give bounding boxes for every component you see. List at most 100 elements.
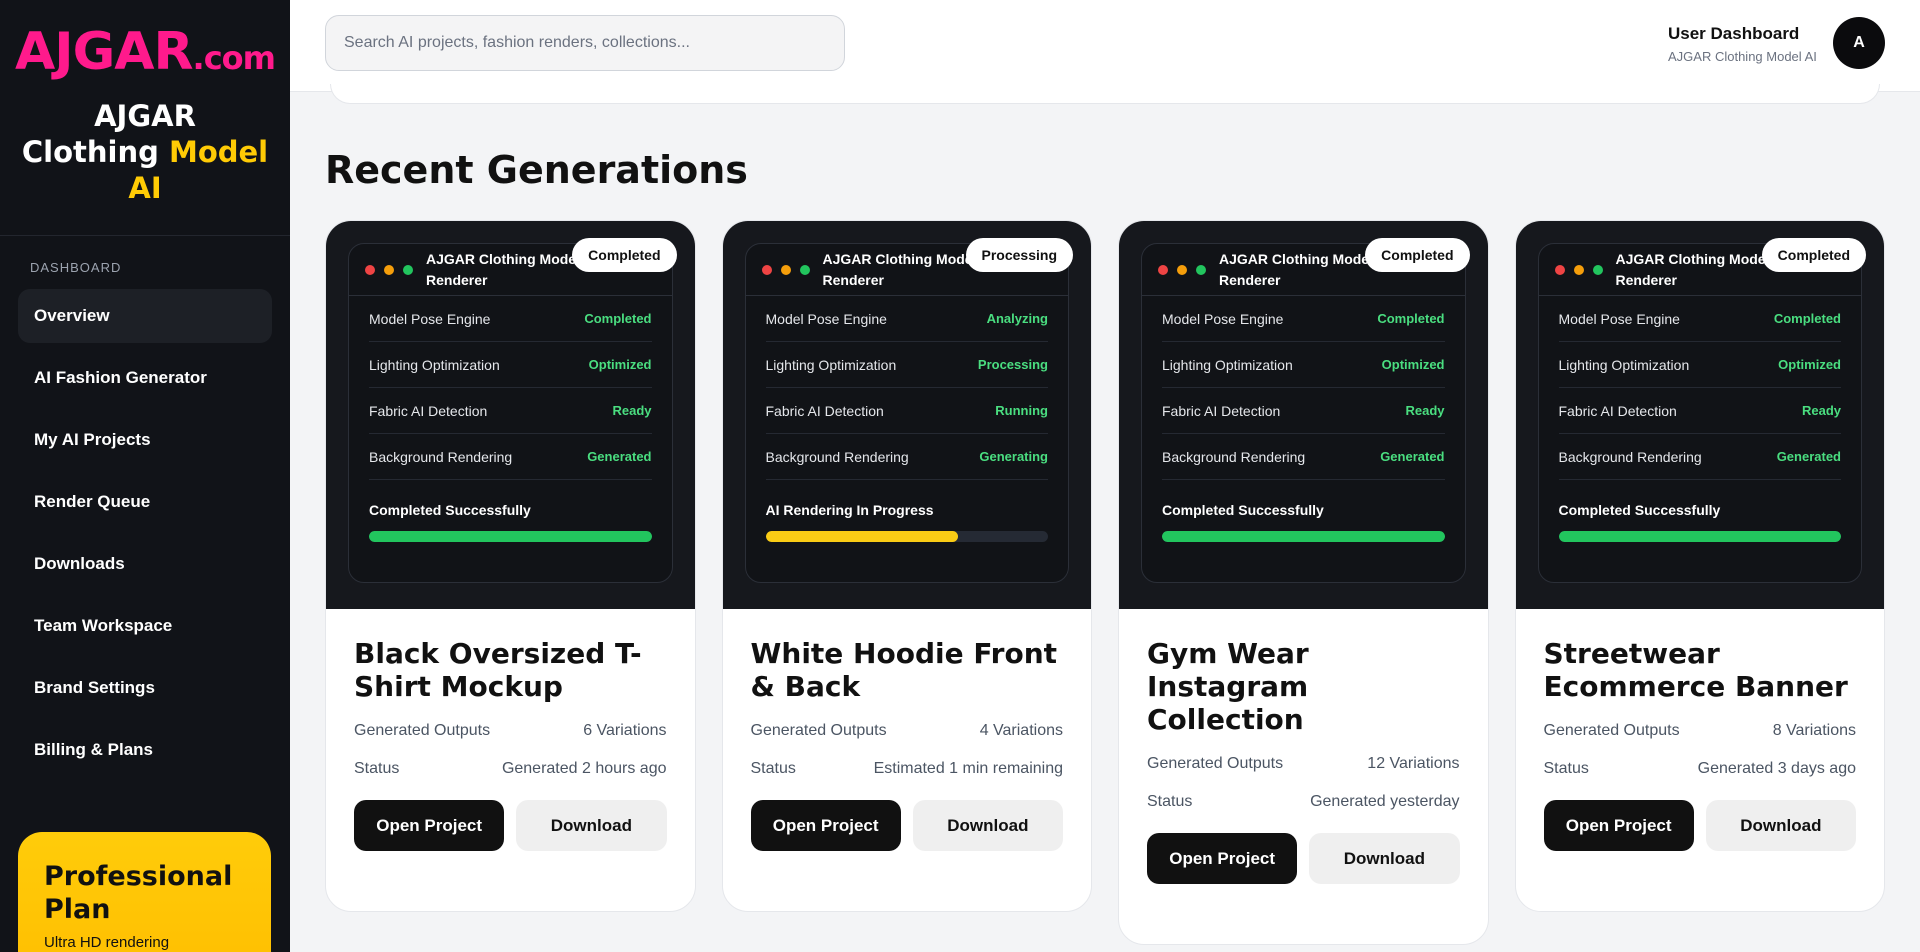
brand-title-model: Model	[168, 135, 269, 169]
progress-label: Completed Successfully	[369, 502, 531, 518]
project-title: Gym Wear Instagram Collection	[1147, 637, 1309, 736]
brand-logo[interactable]: AJGAR.com	[0, 26, 290, 78]
outputs-row: Generated Outputs 4 Variations	[751, 722, 1064, 740]
user-dashboard-subtitle: AJGAR Clothing Model AI	[1668, 49, 1817, 64]
metric-value: Generating	[979, 449, 1048, 464]
metric-row: Background Rendering Generated	[369, 434, 652, 480]
metric-label: Lighting Optimization	[1162, 356, 1293, 373]
metric-value: Generated	[587, 449, 652, 464]
card-body: Streetwear Ecommerce Banner Generated Ou…	[1516, 609, 1885, 911]
download-button[interactable]: Download	[912, 800, 1063, 851]
renderer-title: AJGAR Clothing Model Renderer	[1219, 250, 1373, 288]
status-badge: Processing	[965, 238, 1073, 272]
open-project-button[interactable]: Open Project	[1147, 833, 1298, 884]
status-badge: Completed	[572, 238, 677, 272]
window-dot-red-icon	[1158, 264, 1168, 275]
metric-label: Background Rendering	[765, 448, 909, 465]
card-actions: Open Project Download	[1147, 833, 1460, 884]
status-value: Generated yesterday	[1310, 793, 1460, 810]
metric-label: Background Rendering	[369, 448, 513, 465]
progress-label: AI Rendering In Progress	[765, 502, 934, 518]
download-button[interactable]: Download	[516, 800, 667, 851]
sidebar-item-team-workspace[interactable]: Team Workspace	[18, 599, 272, 653]
metrics-list: Model Pose Engine Completed Lighting Opti…	[1142, 296, 1465, 480]
metric-value: Optimized	[1381, 357, 1445, 372]
metric-label: Lighting Optimization	[1558, 356, 1690, 373]
metric-label: Lighting Optimization	[765, 356, 897, 373]
sidebar-item-downloads[interactable]: Downloads	[18, 537, 272, 591]
metric-label: Background Rendering	[1558, 448, 1702, 465]
window-dot-green-icon	[1592, 264, 1603, 275]
metrics-list: Model Pose Engine Completed Lighting Opti…	[349, 296, 672, 480]
metric-label: Model Pose Engine	[1558, 310, 1680, 327]
open-project-button[interactable]: Open Project	[1543, 800, 1694, 851]
metric-row: Fabric AI Detection Ready	[1162, 388, 1445, 434]
outputs-value: 6 Variations	[583, 722, 667, 739]
plan-card[interactable]: Professional Plan Ultra HD rendering	[18, 832, 271, 952]
status-label: Status	[1147, 793, 1193, 810]
progress-fill	[369, 531, 652, 542]
card-body: Gym Wear Instagram Collection Generated …	[1119, 609, 1488, 944]
metric-label: Lighting Optimization	[369, 356, 500, 373]
card-preview-area: AJGAR Clothing Model Renderer Model Pose…	[1515, 221, 1884, 609]
metric-label: Model Pose Engine	[369, 310, 491, 327]
brand-title-line1: AJGAR	[94, 99, 196, 133]
outputs-value: 12 Variations	[1367, 755, 1460, 772]
status-row: Status Generated 3 days ago	[1544, 760, 1857, 778]
status-row: Status Estimated 1 min remaining	[751, 760, 1064, 778]
sidebar-item-brand-settings[interactable]: Brand Settings	[18, 661, 272, 715]
progress-label: Completed Successfully	[1558, 502, 1721, 518]
sidebar-nav: DASHBOARD Overview AI Fashion Generator …	[0, 236, 290, 777]
brand-title-ai: AI	[128, 171, 162, 205]
sidebar-item-my-ai-projects[interactable]: My AI Projects	[18, 413, 272, 467]
metric-row: Lighting Optimization Optimized	[369, 342, 652, 388]
nav-heading: DASHBOARD	[30, 260, 122, 275]
metric-label: Model Pose Engine	[765, 310, 887, 327]
open-project-button[interactable]: Open Project	[354, 800, 505, 851]
open-project-button[interactable]: Open Project	[750, 800, 901, 851]
project-title: White Hoodie Front & Back	[750, 637, 1058, 703]
status-row: Status Generated 2 hours ago	[354, 760, 667, 778]
card-body: Black Oversized T-Shirt Mockup Generated…	[326, 609, 695, 911]
card-preview-area: AJGAR Clothing Model Renderer Model Pose…	[722, 221, 1091, 609]
logo-main-text: AJGAR	[14, 22, 194, 82]
status-badge: Completed	[1365, 238, 1470, 272]
project-title: Streetwear Ecommerce Banner	[1543, 637, 1848, 703]
generation-card: AJGAR Clothing Model Renderer Model Pose…	[1118, 220, 1489, 945]
window-dot-yellow-icon	[384, 264, 394, 275]
avatar[interactable]: A	[1833, 17, 1885, 69]
metric-label: Background Rendering	[1162, 448, 1306, 465]
generation-card: AJGAR Clothing Model Renderer Model Pose…	[1514, 220, 1885, 912]
progress-fill	[1558, 531, 1841, 542]
window-dot-yellow-icon	[1177, 264, 1187, 275]
section-title: Recent Generations	[325, 148, 748, 192]
progress-bar	[1558, 531, 1841, 542]
card-actions: Open Project Download	[1543, 800, 1856, 851]
metric-row: Model Pose Engine Analyzing	[765, 296, 1048, 342]
download-button[interactable]: Download	[1705, 800, 1856, 851]
metric-row: Background Rendering Generated	[1162, 434, 1445, 480]
top-bar: User Dashboard AJGAR Clothing Model AI A	[290, 0, 1920, 92]
sidebar-item-overview[interactable]: Overview	[18, 289, 272, 343]
renderer-title: AJGAR Clothing Model Renderer	[1615, 250, 1770, 288]
metric-label: Fabric AI Detection	[765, 402, 884, 419]
download-button[interactable]: Download	[1309, 833, 1460, 884]
metric-value: Optimized	[588, 357, 652, 372]
window-dot-red-icon	[1554, 264, 1565, 275]
renderer-window: AJGAR Clothing Model Renderer Model Pose…	[1141, 243, 1466, 583]
metric-row: Fabric AI Detection Ready	[1558, 388, 1841, 434]
user-info[interactable]: User Dashboard AJGAR Clothing Model AI	[1668, 24, 1817, 64]
search-input[interactable]	[325, 15, 845, 71]
logo-tld-text: .com	[192, 39, 276, 77]
sidebar-item-billing-plans[interactable]: Billing & Plans	[18, 723, 272, 777]
user-dashboard-title: User Dashboard	[1668, 24, 1800, 43]
metric-label: Model Pose Engine	[1162, 310, 1284, 327]
outputs-value: 8 Variations	[1772, 722, 1856, 739]
metric-value: Completed	[584, 311, 652, 326]
brand-block: AJGAR.com AJGAR Clothing Model AI	[0, 0, 290, 236]
sidebar-item-render-queue[interactable]: Render Queue	[18, 475, 272, 529]
brand-title-clothing: Clothing	[21, 135, 159, 169]
sidebar-item-ai-fashion-generator[interactable]: AI Fashion Generator	[18, 351, 272, 405]
top-panel-edge	[330, 84, 1880, 104]
renderer-window: AJGAR Clothing Model Renderer Model Pose…	[348, 243, 673, 583]
